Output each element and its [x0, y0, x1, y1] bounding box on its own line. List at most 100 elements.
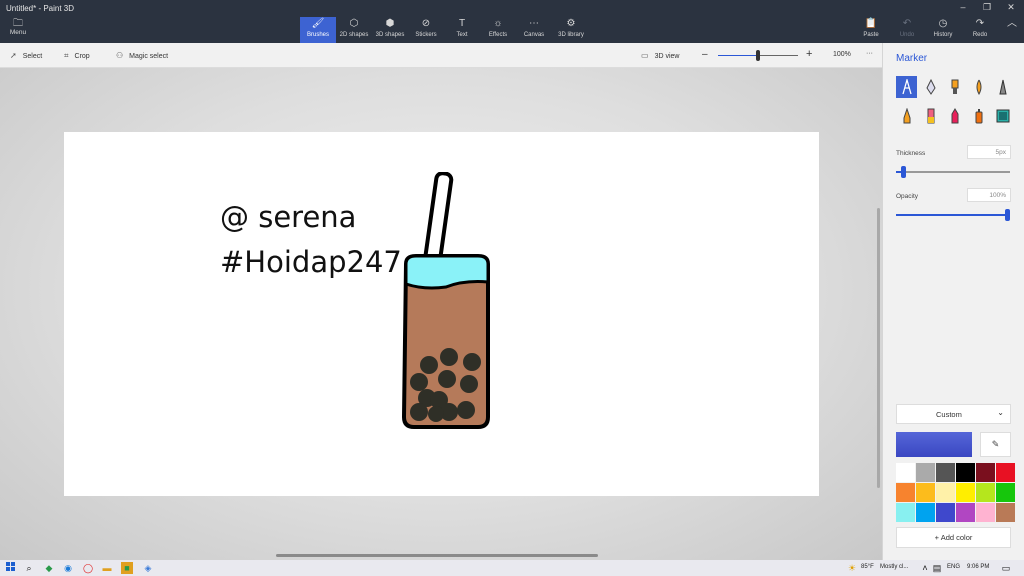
color-swatch[interactable] — [896, 483, 915, 502]
3d-view-toggle[interactable]: ▭ 3D view — [641, 51, 679, 60]
clock[interactable]: 9:06 PM — [967, 564, 989, 570]
thickness-slider-thumb[interactable] — [901, 166, 907, 178]
search-icon[interactable]: ⌕ — [23, 562, 35, 574]
paste-button[interactable]: 📋 Paste — [855, 17, 887, 43]
3d-view-label: 3D view — [654, 53, 680, 60]
opacity-slider-fill — [896, 214, 1010, 216]
magic-select-button[interactable]: ⚇ Magic select — [116, 51, 168, 60]
color-swatch[interactable] — [996, 463, 1015, 482]
opacity-slider[interactable] — [896, 209, 1010, 221]
tab-3d-shapes[interactable]: ⬢ 3D shapes — [372, 17, 408, 43]
edge-browser-icon[interactable]: ◉ — [62, 562, 74, 574]
bubble-tea-drawing[interactable] — [394, 172, 564, 472]
tab-effects[interactable]: ☼ Effects — [480, 17, 516, 43]
color-swatch[interactable] — [976, 483, 995, 502]
notifications-icon[interactable]: ▭ — [1000, 562, 1012, 574]
oil-brush[interactable] — [944, 76, 965, 98]
color-swatch[interactable] — [976, 503, 995, 522]
pixel-pen-brush[interactable] — [992, 76, 1013, 98]
color-swatch[interactable] — [896, 503, 915, 522]
weather-icon[interactable]: ☀ — [846, 562, 858, 574]
add-color-button[interactable]: + Add color — [896, 527, 1011, 548]
opacity-input[interactable]: 100% — [967, 188, 1011, 202]
color-swatch[interactable] — [956, 483, 975, 502]
calligraphy-pen-brush[interactable] — [920, 76, 941, 98]
collapse-ribbon-button[interactable]: ︿ — [1002, 17, 1022, 43]
pencil-icon — [903, 108, 910, 124]
zoom-slider[interactable] — [718, 50, 798, 61]
history-label: History — [933, 32, 953, 38]
tab-3d-library[interactable]: ⚙ 3D library — [553, 17, 589, 43]
menu-button[interactable]: 🗀 Menu — [4, 18, 32, 40]
minimize-button[interactable]: – — [952, 2, 974, 12]
color-swatch[interactable] — [936, 483, 955, 502]
crop-label: Crop — [74, 53, 90, 60]
color-swatch[interactable] — [996, 483, 1015, 502]
color-mode-dropdown[interactable]: Custom ⌄ — [896, 404, 1011, 424]
eyedropper-button[interactable]: ✎ — [980, 432, 1011, 457]
select-button[interactable]: ➚ Select — [10, 51, 42, 60]
add-color-label: Add color — [940, 533, 973, 542]
restore-button[interactable]: ❐ — [976, 2, 998, 13]
chevron-up-icon: ︿ — [1007, 18, 1017, 29]
marker-icon — [901, 79, 912, 95]
file-explorer-icon[interactable]: ▬ — [101, 562, 113, 574]
pencil-brush[interactable] — [896, 105, 917, 127]
color-swatch[interactable] — [936, 463, 955, 482]
tab-brushes[interactable]: 🖌 Brushes — [300, 17, 336, 43]
panel-title: Marker — [896, 53, 928, 64]
app-icon[interactable]: ■ — [121, 562, 133, 574]
canvas-text[interactable]: @ serena #Hoidap247 — [220, 195, 402, 285]
weather-desc[interactable]: Mostly cl... — [880, 564, 908, 570]
color-swatch[interactable] — [976, 463, 995, 482]
spray-can-brush[interactable] — [968, 105, 989, 127]
weather-temp[interactable]: 85°F — [861, 564, 874, 570]
thickness-slider[interactable] — [896, 166, 1010, 178]
zoom-slider-thumb[interactable] — [756, 50, 760, 61]
tab-text[interactable]: T Text — [444, 17, 480, 43]
zoom-out-button[interactable]: – — [702, 49, 708, 60]
opacity-slider-thumb[interactable] — [1005, 209, 1010, 221]
drawing-canvas[interactable]: @ serena #Hoidap247 — [64, 132, 819, 496]
language-indicator[interactable]: ENG — [947, 564, 960, 570]
eraser-brush[interactable] — [920, 105, 941, 127]
crop-button[interactable]: ⌗ Crop — [64, 51, 90, 61]
horizontal-scrollbar[interactable] — [276, 554, 598, 557]
history-button[interactable]: ◷ History — [927, 17, 959, 43]
chevron-up-icon[interactable]: ˄ — [919, 562, 931, 574]
zoom-in-button[interactable]: + — [806, 48, 812, 60]
2d-shapes-icon: ⬡ — [349, 18, 359, 29]
opera-browser-icon[interactable]: ◯ — [82, 562, 94, 574]
paste-icon: 📋 — [864, 18, 878, 29]
color-swatch[interactable] — [956, 503, 975, 522]
tab-stickers[interactable]: ⊘ Stickers — [408, 17, 444, 43]
color-swatch[interactable] — [936, 503, 955, 522]
app-icon[interactable]: ◆ — [43, 562, 55, 574]
crayon-brush[interactable] — [944, 105, 965, 127]
tab-2d-shapes[interactable]: ⬡ 2D shapes — [336, 17, 372, 43]
color-swatch[interactable] — [916, 503, 935, 522]
color-swatch[interactable] — [896, 463, 915, 482]
color-swatch[interactable] — [916, 463, 935, 482]
close-button[interactable]: ✕ — [1000, 2, 1022, 13]
color-swatch[interactable] — [956, 463, 975, 482]
windows-start-icon[interactable] — [4, 562, 16, 574]
marker-brush[interactable] — [896, 76, 917, 98]
more-options-button[interactable]: ··· — [866, 50, 873, 57]
thickness-input[interactable]: 5px — [967, 145, 1011, 159]
calligraphy-pen-icon — [925, 79, 936, 95]
vertical-scrollbar[interactable] — [877, 208, 880, 488]
fill-brush[interactable] — [992, 105, 1013, 127]
network-icon[interactable]: ▤ — [931, 562, 943, 574]
tab-canvas[interactable]: ⋯ Canvas — [516, 17, 552, 43]
current-color-swatch[interactable] — [896, 432, 972, 457]
sticker-icon: ⊘ — [421, 18, 431, 29]
paint-3d-icon[interactable]: ◈ — [142, 562, 154, 574]
canvas-text-line1: @ serena — [220, 200, 357, 234]
watercolor-icon — [976, 79, 981, 95]
watercolor-brush[interactable] — [968, 76, 989, 98]
undo-button[interactable]: ↶ Undo — [891, 17, 923, 43]
color-swatch[interactable] — [916, 483, 935, 502]
redo-button[interactable]: ↷ Redo — [964, 17, 996, 43]
color-swatch[interactable] — [996, 503, 1015, 522]
